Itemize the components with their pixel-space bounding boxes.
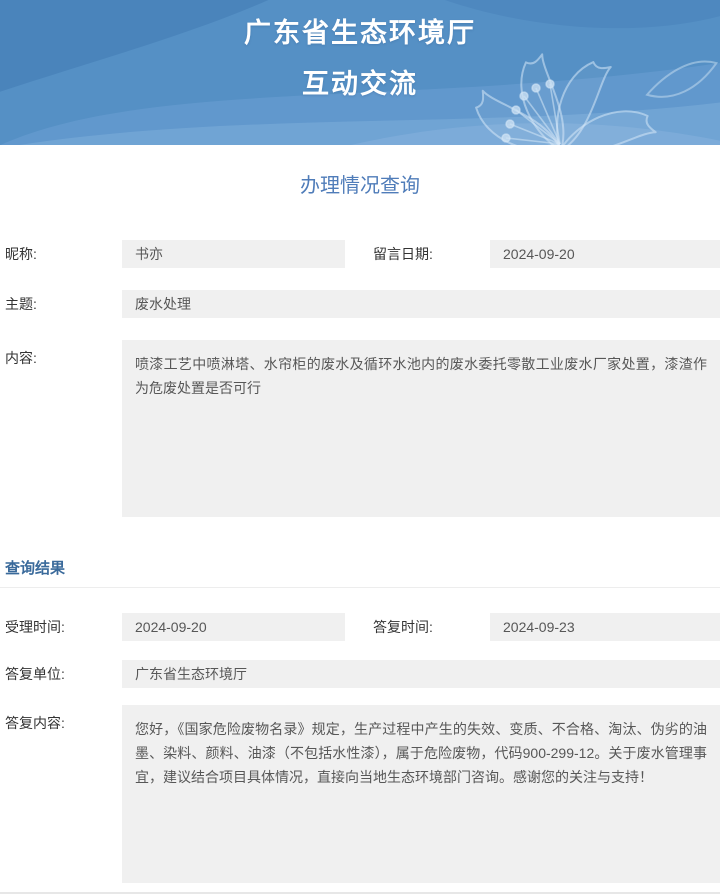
query-result-section-title: 查询结果 (0, 557, 720, 588)
message-date-field: 2024-09-20 (490, 240, 720, 268)
row-reply-content: 答复内容: 您好，《国家危险废物名录》规定，生产过程中产生的失效、变质、不合格、… (0, 705, 720, 883)
row-subject: 主题: 废水处理 (0, 290, 720, 318)
accept-time-field: 2024-09-20 (122, 613, 345, 641)
nickname-label: 昵称: (5, 246, 37, 262)
reply-unit-label: 答复单位: (5, 666, 65, 682)
banner-titles: 广东省生态环境厅 互动交流 (0, 0, 720, 101)
accept-time-label: 受理时间: (5, 619, 65, 635)
main-content: 办理情况查询 昵称: 书亦 留言日期: 2024-09-20 主题: 废水处理 … (0, 172, 720, 894)
header-banner: 广东省生态环境厅 互动交流 (0, 0, 720, 145)
row-accept-reply-time: 受理时间: 2024-09-20 答复时间: 2024-09-23 (0, 613, 720, 641)
content-textarea: 喷漆工艺中喷淋塔、水帘柜的废水及循环水池内的废水委托零散工业废水厂家处置，漆渣作… (122, 340, 720, 517)
subject-field: 废水处理 (122, 290, 720, 318)
reply-time-field: 2024-09-23 (490, 613, 720, 641)
reply-unit-field: 广东省生态环境厅 (122, 660, 720, 688)
row-nickname-date: 昵称: 书亦 留言日期: 2024-09-20 (0, 240, 720, 268)
site-title: 广东省生态环境厅 (244, 18, 476, 48)
subject-label: 主题: (5, 296, 37, 312)
row-content: 内容: 喷漆工艺中喷淋塔、水帘柜的废水及循环水池内的废水委托零散工业废水厂家处置… (0, 340, 720, 517)
reply-content-label: 答复内容: (5, 715, 65, 731)
reply-content-textarea: 您好，《国家危险废物名录》规定，生产过程中产生的失效、变质、不合格、淘汰、伪劣的… (122, 705, 720, 883)
site-subtitle: 互动交流 (302, 69, 418, 99)
message-date-label: 留言日期: (373, 246, 433, 262)
nickname-field: 书亦 (122, 240, 345, 268)
reply-time-label: 答复时间: (373, 619, 433, 635)
page-title: 办理情况查询 (300, 175, 420, 197)
row-reply-unit: 答复单位: 广东省生态环境厅 (0, 660, 720, 688)
content-label: 内容: (5, 350, 37, 366)
